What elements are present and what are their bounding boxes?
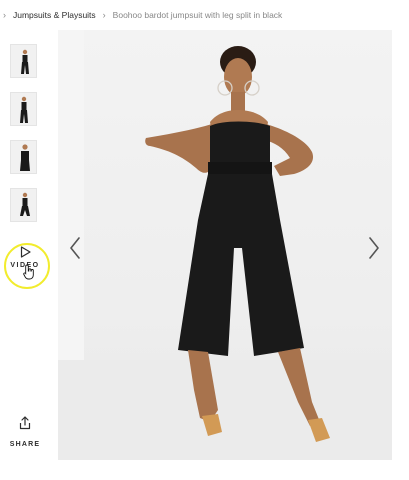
breadcrumb-separator-icon: › [102,10,106,20]
share-label: SHARE [9,441,41,448]
breadcrumb: › Jumpsuits & Playsuits › Boohoo bardot … [0,0,409,30]
breadcrumb-link-jumpsuits[interactable]: Jumpsuits & Playsuits [13,10,96,20]
play-icon [20,246,31,258]
thumbnail-2[interactable] [10,92,37,126]
chevron-right-icon[interactable] [367,236,381,260]
thumbnail-4[interactable] [10,188,37,222]
hand-pointer-icon [23,264,34,280]
product-main-image[interactable] [58,30,392,460]
thumbnail-3[interactable] [10,140,37,174]
breadcrumb-separator-icon: › [3,10,6,20]
share-button[interactable]: SHARE [8,416,42,448]
chevron-left-icon[interactable] [68,236,82,260]
thumbnail-list [10,44,38,236]
breadcrumb-current-page: Boohoo bardot jumpsuit with leg split in… [112,10,283,20]
share-icon [19,416,31,430]
thumbnail-1[interactable] [10,44,37,78]
